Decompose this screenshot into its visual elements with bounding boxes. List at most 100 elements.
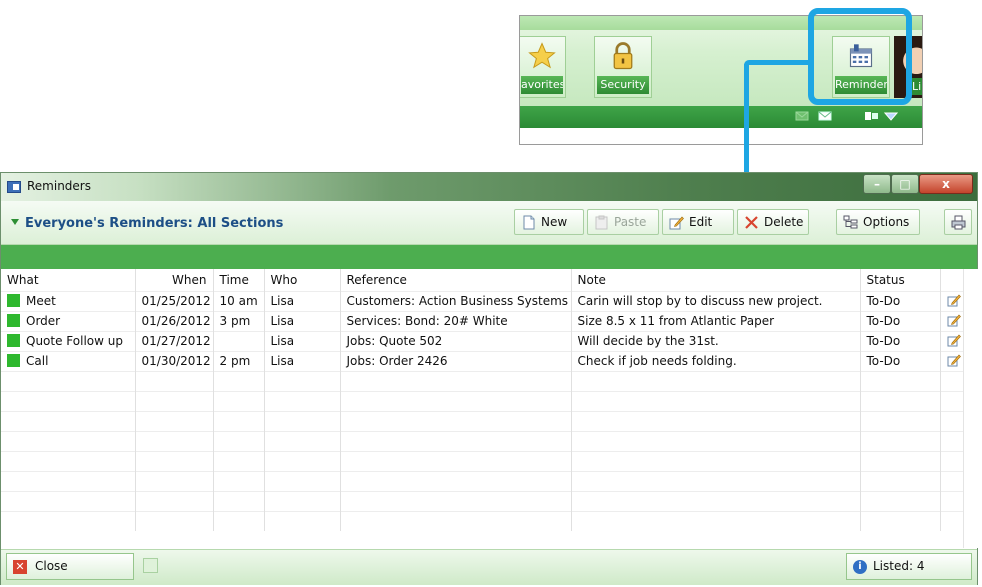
- column-header-reference[interactable]: Reference: [340, 269, 572, 291]
- reminders-toolbar: Everyone's Reminders: All Sections New P…: [1, 201, 977, 245]
- filter-strip: [1, 245, 977, 269]
- window-title: Reminders: [27, 179, 91, 193]
- column-header-who[interactable]: Who: [264, 269, 341, 291]
- column-header-what[interactable]: What: [1, 269, 136, 291]
- delete-button[interactable]: Delete: [737, 209, 809, 235]
- favorites-tile[interactable]: avorites: [520, 36, 566, 98]
- empty-row: [1, 410, 964, 431]
- favorites-tile-label: avorites: [521, 76, 563, 94]
- callout-highlight: [808, 8, 912, 105]
- new-document-icon: [523, 215, 535, 230]
- cell-who: Lisa: [264, 310, 341, 331]
- ribbon-status-bar: [520, 106, 922, 128]
- cell-when: 01/27/2012: [135, 330, 214, 351]
- section-title: Everyone's Reminders: All Sections: [25, 216, 284, 231]
- table-row[interactable]: Quote Follow up 01/27/2012 Lisa Jobs: Qu…: [1, 330, 964, 351]
- cell-what-text: Call: [26, 354, 49, 368]
- new-button[interactable]: New: [514, 209, 584, 235]
- checkbox-icon[interactable]: [143, 558, 158, 573]
- table-row[interactable]: Meet 01/25/2012 10 am Lisa Customers: Ac…: [1, 290, 964, 311]
- delete-button-label: Delete: [764, 215, 804, 229]
- options-button[interactable]: Options: [836, 209, 920, 235]
- cell-what: Call: [1, 350, 136, 371]
- cell-note: Will decide by the 31st.: [571, 330, 861, 351]
- empty-row: [1, 370, 964, 391]
- cell-who: Lisa: [264, 350, 341, 371]
- print-button[interactable]: [944, 209, 972, 235]
- cell-when: 01/30/2012: [135, 350, 214, 371]
- status-square-icon: [7, 294, 20, 307]
- cell-what: Quote Follow up: [1, 330, 136, 351]
- cell-status: To-Do: [860, 330, 941, 351]
- column-header-time[interactable]: Time: [213, 269, 265, 291]
- envelope-icon[interactable]: [818, 110, 832, 122]
- row-edit-icon[interactable]: [947, 294, 962, 307]
- status-square-icon: [7, 314, 20, 327]
- minimize-button[interactable]: –: [863, 174, 891, 194]
- maximize-button[interactable]: □: [891, 174, 919, 194]
- paste-button[interactable]: Paste: [587, 209, 659, 235]
- cell-status: To-Do: [860, 290, 941, 311]
- close-window-button[interactable]: x: [919, 174, 973, 194]
- vertical-scrollbar[interactable]: [963, 269, 978, 548]
- cell-edit[interactable]: [940, 290, 964, 311]
- status-square-icon: [7, 334, 20, 347]
- mail-icon[interactable]: [795, 110, 809, 122]
- empty-row: [1, 450, 964, 471]
- cell-who: Lisa: [264, 290, 341, 311]
- cell-what: Meet: [1, 290, 136, 311]
- printer-icon: [951, 215, 966, 230]
- security-tile-label: Security: [597, 76, 649, 94]
- reminders-table: What When Time Who Reference Note Status…: [1, 269, 964, 548]
- paste-button-label: Paste: [614, 215, 647, 229]
- table-row[interactable]: Call 01/30/2012 2 pm Lisa Jobs: Order 24…: [1, 350, 964, 371]
- row-edit-icon[interactable]: [947, 354, 962, 367]
- cell-edit[interactable]: [940, 330, 964, 351]
- expand-triangle-icon: [11, 219, 19, 225]
- close-x-icon: ✕: [13, 560, 27, 574]
- options-button-label: Options: [863, 215, 910, 229]
- edit-icon: [669, 216, 684, 230]
- cell-note: Carin will stop by to discuss new projec…: [571, 290, 861, 311]
- cell-note: Check if job needs folding.: [571, 350, 861, 371]
- security-tile[interactable]: Security: [594, 36, 652, 98]
- chevron-down-icon[interactable]: [884, 110, 898, 122]
- edit-button[interactable]: Edit: [662, 209, 734, 235]
- column-header-note[interactable]: Note: [571, 269, 861, 291]
- lock-icon: [613, 42, 633, 70]
- cell-reference: Services: Bond: 20# White: [340, 310, 572, 331]
- cell-when: 01/25/2012: [135, 290, 214, 311]
- phone-icon[interactable]: [864, 110, 880, 122]
- edit-button-label: Edit: [689, 215, 713, 229]
- star-icon: [528, 42, 556, 69]
- new-button-label: New: [541, 215, 568, 229]
- done-checkbox-area[interactable]: [137, 553, 845, 580]
- cell-time: 2 pm: [213, 350, 265, 371]
- empty-row: [1, 490, 964, 511]
- row-edit-icon[interactable]: [947, 334, 962, 347]
- column-header-when[interactable]: When: [135, 269, 214, 291]
- column-header-status[interactable]: Status: [860, 269, 941, 291]
- cell-what-text: Meet: [26, 294, 56, 308]
- status-square-icon: [7, 354, 20, 367]
- table-header-row: What When Time Who Reference Note Status: [1, 269, 964, 291]
- reminders-window: Reminders – □ x Everyone's Reminders: Al…: [0, 172, 978, 585]
- section-header[interactable]: Everyone's Reminders: All Sections: [11, 216, 283, 231]
- callout-connector: [744, 60, 810, 65]
- cell-status: To-Do: [860, 310, 941, 331]
- window-titlebar[interactable]: Reminders – □ x: [1, 173, 977, 201]
- table-row[interactable]: Order 01/26/2012 3 pm Lisa Services: Bon…: [1, 310, 964, 331]
- window-app-icon: [7, 181, 21, 193]
- cell-when: 01/26/2012: [135, 310, 214, 331]
- window-footer: ✕ Close i Listed: 4: [1, 549, 977, 585]
- close-button[interactable]: ✕ Close: [6, 553, 134, 580]
- cell-edit[interactable]: [940, 310, 964, 331]
- empty-row: [1, 470, 964, 491]
- row-edit-icon[interactable]: [947, 314, 962, 327]
- close-button-label: Close: [35, 559, 68, 573]
- cell-time: 10 am: [213, 290, 265, 311]
- cell-reference: Customers: Action Business Systems: [340, 290, 572, 311]
- delete-x-icon: [745, 216, 758, 229]
- listed-count-label: Listed: 4: [873, 559, 925, 573]
- cell-edit[interactable]: [940, 350, 964, 371]
